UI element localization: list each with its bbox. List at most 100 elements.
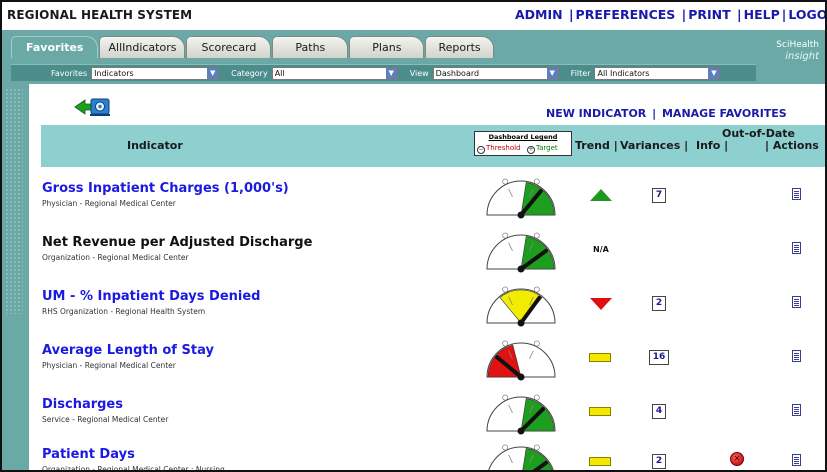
gauge-hub	[517, 427, 525, 435]
legend-target: + Target	[527, 144, 558, 154]
indicator-name[interactable]: Gross Inpatient Charges (1,000's)	[42, 181, 289, 196]
target-marker	[533, 394, 540, 401]
trend-flat-icon	[589, 353, 611, 362]
link-separator: |	[781, 7, 787, 22]
tab-plans[interactable]: Plans	[349, 36, 425, 58]
indicator-subtitle: Organization - Regional Medical Center	[42, 253, 189, 262]
indicator-name: Net Revenue per Adjusted Discharge	[42, 235, 313, 250]
side-strip-pattern	[5, 88, 23, 314]
table-row: Average Length of Stay Physician - Region…	[41, 337, 825, 391]
link-separator: |	[681, 7, 687, 22]
link-separator: |	[737, 7, 742, 22]
export-icon[interactable]	[73, 96, 113, 118]
filter-select-value: All Indicators	[597, 68, 650, 78]
link-separator: |	[652, 107, 657, 120]
table-row: Discharges Service - Regional Medical Cen…	[41, 391, 825, 445]
table-row: Net Revenue per Adjusted Discharge Organi…	[41, 229, 825, 283]
variances-count[interactable]: 2	[652, 454, 666, 469]
actions-document-icon[interactable]	[792, 350, 801, 362]
variances-count[interactable]: 7	[652, 188, 666, 203]
variances-count[interactable]: 4	[652, 404, 666, 419]
column-trend: Trend |	[575, 139, 618, 152]
target-marker	[533, 286, 540, 293]
indicator-subtitle: RHS Organization - Regional Health Syste…	[42, 307, 206, 316]
legend-threshold-label: Threshold	[486, 144, 521, 152]
gauge-hub	[517, 373, 525, 381]
table-header: Indicator Dashboard Legend − Threshold + T…	[41, 125, 825, 167]
out-of-date-icon[interactable]: ✕	[730, 452, 744, 466]
link-separator: |	[568, 7, 574, 22]
favorites-label: Favorites	[51, 68, 88, 78]
tab-reports[interactable]: Reports	[425, 36, 494, 58]
actions-document-icon[interactable]	[792, 404, 801, 416]
trend-na-label: N/A	[593, 245, 609, 254]
gauge-hub	[517, 265, 525, 273]
column-info: Info |	[696, 139, 729, 152]
gauge-chart[interactable]	[481, 229, 561, 273]
top-bar: REGIONAL HEALTH SYSTEM ADMIN | PREFERENCE…	[2, 2, 825, 30]
table-row: Patient Days Organization - Regional Medi…	[41, 441, 825, 472]
tab-scorecard[interactable]: Scorecard	[186, 36, 272, 58]
help-link[interactable]: HELP	[744, 7, 780, 22]
view-select-value: Dashboard	[435, 68, 480, 78]
tab-paths[interactable]: Paths	[272, 36, 349, 58]
view-select[interactable]: Dashboard ▼	[432, 66, 559, 80]
system-title: REGIONAL HEALTH SYSTEM	[7, 8, 193, 22]
threshold-marker	[502, 286, 509, 293]
threshold-marker	[502, 394, 509, 401]
category-select[interactable]: All ▼	[271, 66, 398, 80]
threshold-marker	[502, 232, 509, 239]
admin-link[interactable]: ADMIN	[515, 7, 563, 22]
preferences-link[interactable]: PREFERENCES	[576, 7, 676, 22]
tab-bar: Favorites AllIndicators Scorecard Paths …	[11, 36, 495, 58]
print-link[interactable]: PRINT	[688, 7, 730, 22]
chevron-down-icon: ▼	[207, 67, 219, 79]
favorites-select-value: Indicators	[94, 68, 134, 78]
gauge-chart[interactable]	[481, 391, 561, 435]
gauge-chart[interactable]	[481, 337, 561, 381]
logo-line1: SciHealth	[776, 40, 819, 50]
column-indicator[interactable]: Indicator	[127, 139, 183, 152]
indicator-subtitle: Physician - Regional Medical Center	[42, 199, 176, 208]
manage-favorites-link[interactable]: MANAGE FAVORITES	[662, 107, 787, 120]
logo-line2: insight	[785, 51, 819, 62]
actions-document-icon[interactable]	[792, 454, 801, 466]
indicator-name[interactable]: Average Length of Stay	[42, 343, 214, 358]
legend-target-label: Target	[536, 144, 558, 152]
new-indicator-link[interactable]: NEW INDICATOR	[546, 107, 646, 120]
logout-link[interactable]: LOGOUT	[788, 7, 825, 22]
tab-allindicators[interactable]: AllIndicators	[99, 36, 186, 58]
target-marker	[533, 444, 540, 451]
variances-count[interactable]: 2	[652, 296, 666, 311]
trend-flat-icon	[589, 457, 611, 466]
gauge-chart[interactable]	[481, 441, 561, 472]
legend-title: Dashboard Legend	[488, 133, 558, 141]
actions-document-icon[interactable]	[792, 242, 801, 254]
variances-count[interactable]: 16	[649, 350, 669, 365]
gauge-chart[interactable]	[481, 175, 561, 219]
indicator-subtitle: Organization - Regional Medical Center :…	[42, 465, 225, 472]
gauge-chart[interactable]	[481, 283, 561, 327]
app-window: REGIONAL HEALTH SYSTEM ADMIN | PREFERENCE…	[0, 0, 827, 472]
chevron-down-icon: ▼	[385, 67, 397, 79]
indicator-name[interactable]: Patient Days	[42, 447, 135, 462]
indicator-name[interactable]: Discharges	[42, 397, 123, 412]
target-marker	[533, 232, 540, 239]
favorites-select[interactable]: Indicators ▼	[91, 66, 220, 80]
indicator-subtitle: Service - Regional Medical Center	[42, 415, 169, 424]
column-variances: Variances |	[620, 139, 689, 152]
management-links: NEW INDICATOR | MANAGE FAVORITES	[546, 107, 787, 120]
actions-document-icon[interactable]	[792, 296, 801, 308]
scihealth-logo: SciHealth insight	[759, 40, 819, 62]
gauge-hub	[517, 319, 525, 327]
indicator-subtitle: Physician - Regional Medical Center	[42, 361, 176, 370]
dashboard-legend: Dashboard Legend − Threshold + Target	[474, 131, 572, 156]
gauge-hub	[517, 211, 525, 219]
actions-document-icon[interactable]	[792, 188, 801, 200]
column-out-of-date: Out-of-Date	[722, 127, 795, 140]
indicator-name[interactable]: UM - % Inpatient Days Denied	[42, 289, 261, 304]
column-actions: | Actions	[765, 139, 819, 152]
tab-favorites[interactable]: Favorites	[11, 36, 99, 58]
filter-row: Favorites Indicators ▼ Category All ▼ View…	[11, 64, 756, 81]
filter-select[interactable]: All Indicators ▼	[594, 66, 721, 80]
